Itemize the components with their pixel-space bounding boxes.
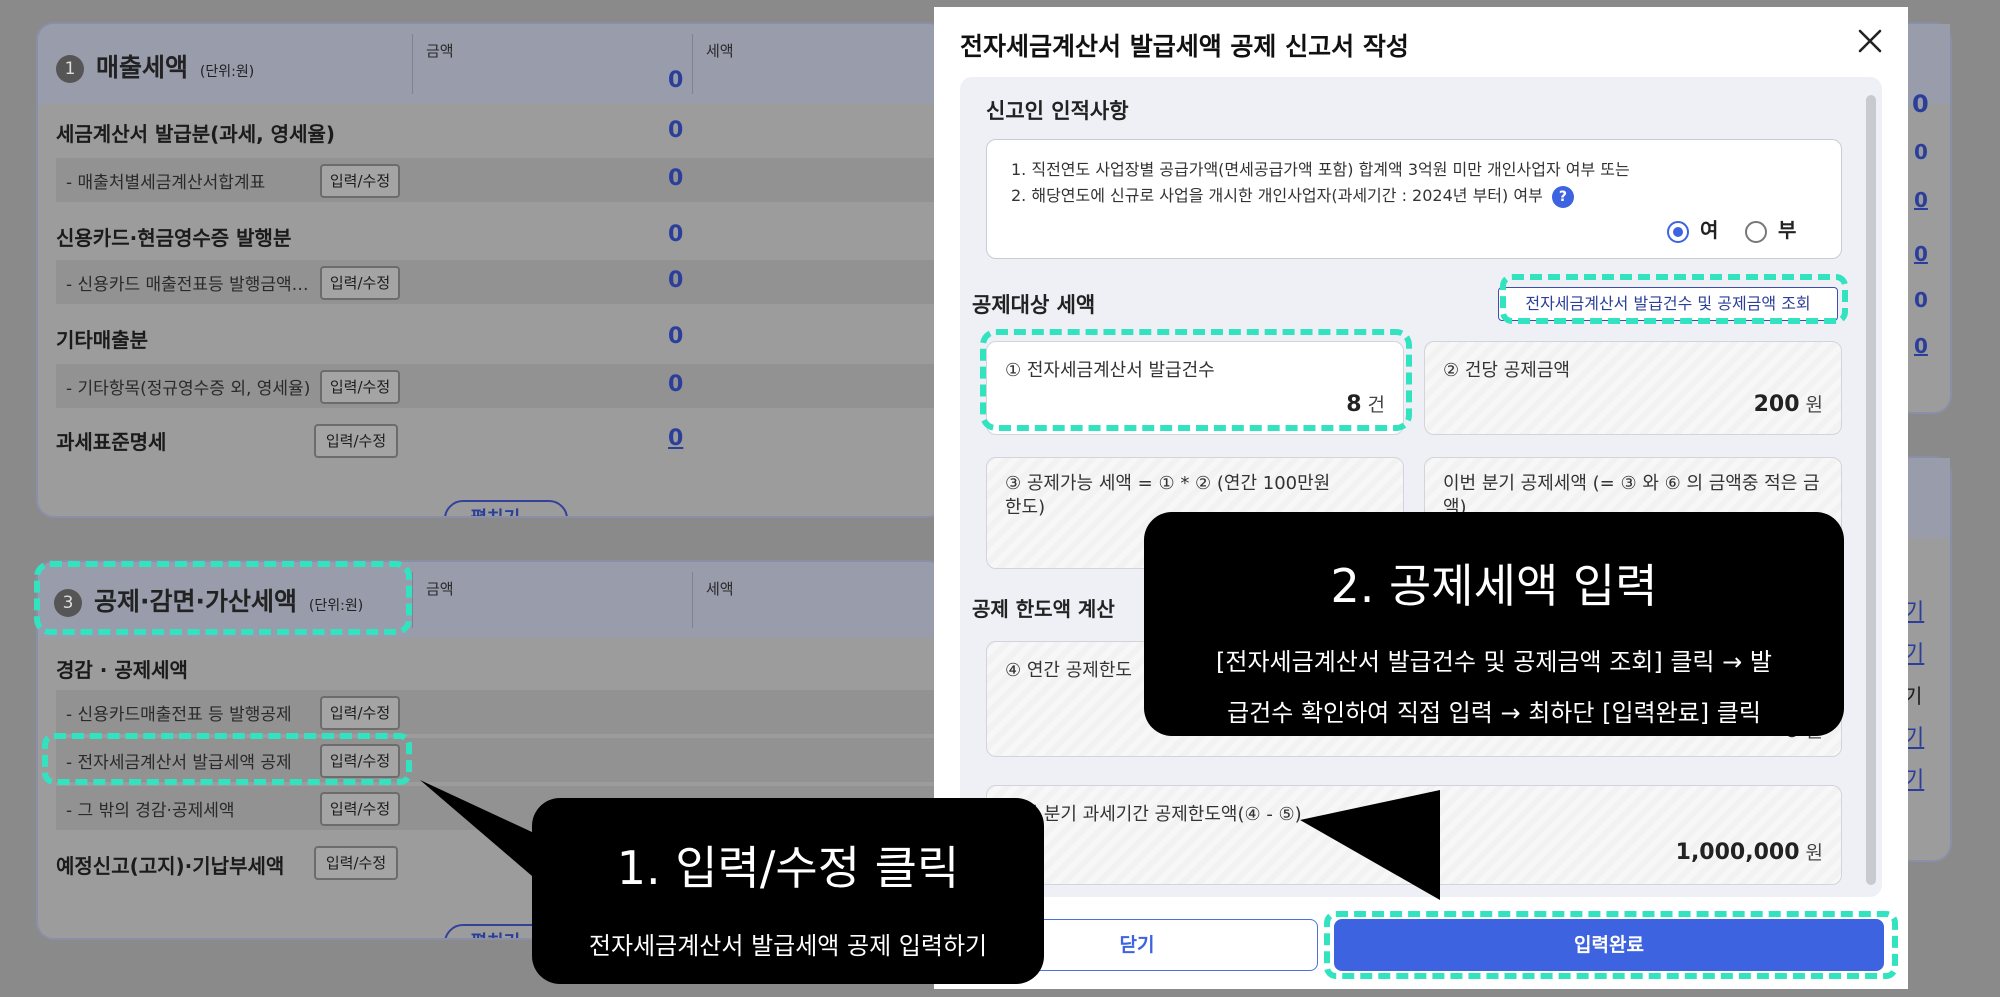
callout-2-title: 2. 공제세액 입력 (1330, 559, 1658, 613)
callout-2-desc-2: 급건수 확인하여 직접 입력 → 최하단 [입력완료] 클릭 (1227, 699, 1761, 727)
callout-2: 2. 공제세액 입력 [전자세금계산서 발급건수 및 공제금액 조회] 클릭 →… (1144, 512, 1844, 736)
callout-1-title: 1. 입력/수정 클릭 (616, 841, 960, 895)
callout-2-desc-1: [전자세금계산서 발급건수 및 공제금액 조회] 클릭 → 발 (1216, 648, 1772, 676)
callout-1: 1. 입력/수정 클릭 전자세금계산서 발급세액 공제 입력하기 (532, 798, 1044, 984)
callout-1-desc: 전자세금계산서 발급세액 공제 입력하기 (588, 932, 988, 960)
